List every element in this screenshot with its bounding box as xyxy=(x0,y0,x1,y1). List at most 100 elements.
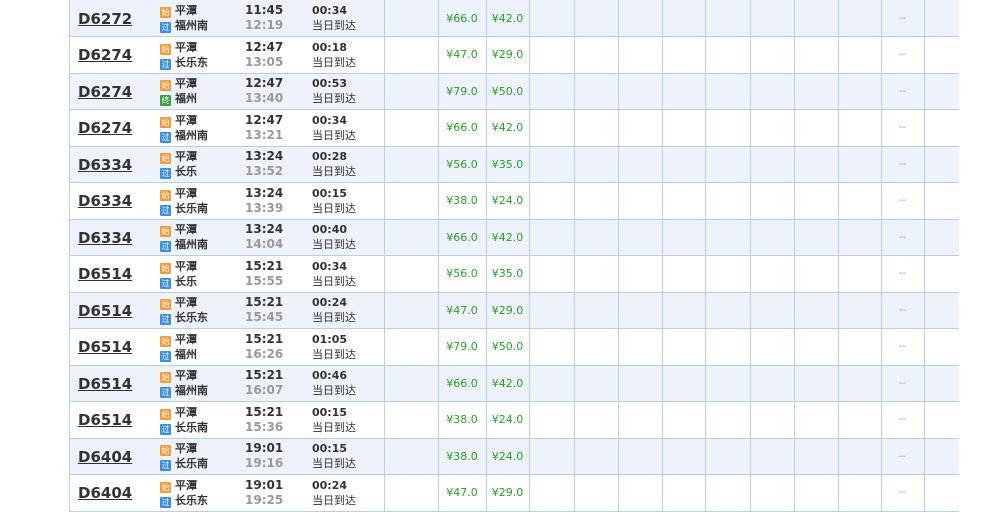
price-first-class[interactable]: ¥38.0 xyxy=(438,438,487,475)
to-station-name[interactable]: 长乐 xyxy=(175,165,197,178)
price-first-class[interactable]: ¥66.0 xyxy=(438,219,487,256)
price-second-class[interactable]: ¥42.0 xyxy=(486,219,530,256)
from-station-name[interactable]: 平潭 xyxy=(175,296,197,309)
price-first-class[interactable]: ¥47.0 xyxy=(438,292,487,329)
train-number-link[interactable]: D6274 xyxy=(78,119,132,137)
price-first-class[interactable]: ¥79.0 xyxy=(438,73,487,110)
train-number-link[interactable]: D6514 xyxy=(78,265,132,283)
price-first-class[interactable]: ¥66.0 xyxy=(438,0,487,37)
from-station-name[interactable]: 平潭 xyxy=(175,479,197,492)
arrival-note: 当日到达 xyxy=(312,55,356,69)
train-number-link[interactable]: D6334 xyxy=(78,156,132,174)
to-station-name[interactable]: 福州 xyxy=(175,348,197,361)
price-first-class[interactable]: ¥79.0 xyxy=(438,328,487,366)
price-second-class[interactable]: ¥42.0 xyxy=(486,365,530,402)
departure-time: 19:01 xyxy=(245,441,284,456)
from-station: 始平潭 xyxy=(160,149,245,165)
seat-cell-business xyxy=(384,438,439,475)
train-number-link[interactable]: D6272 xyxy=(78,10,132,28)
to-station-name[interactable]: 长乐东 xyxy=(175,311,208,324)
seat-cell-empty xyxy=(705,0,751,37)
to-station-name[interactable]: 福州 xyxy=(175,92,197,105)
duration-cell: 00:15 当日到达 xyxy=(312,401,385,439)
price-first-class[interactable]: ¥56.0 xyxy=(438,255,487,293)
from-station-name[interactable]: 平潭 xyxy=(175,150,197,163)
seat-cell-empty xyxy=(618,328,663,366)
to-station-name[interactable]: 长乐 xyxy=(175,275,197,288)
seat-cell-empty xyxy=(838,73,882,110)
to-station-name[interactable]: 福州南 xyxy=(175,238,208,251)
train-number-link[interactable]: D6514 xyxy=(78,411,132,429)
to-station: 过长乐东 xyxy=(160,55,245,70)
train-number-link[interactable]: D6334 xyxy=(78,229,132,247)
price-second-class[interactable]: ¥35.0 xyxy=(486,146,530,183)
from-station-name[interactable]: 平潭 xyxy=(175,77,197,90)
train-number-link[interactable]: D6334 xyxy=(78,192,132,210)
duration: 00:15 xyxy=(312,405,348,419)
price-second-class[interactable]: ¥42.0 xyxy=(486,0,530,37)
train-number-link[interactable]: D6514 xyxy=(78,338,132,356)
price-second-class[interactable]: ¥24.0 xyxy=(486,401,530,439)
seat-cell-empty xyxy=(529,182,575,220)
price-first-class[interactable]: ¥38.0 xyxy=(438,182,487,220)
time-cell: 15:21 15:36 xyxy=(245,401,312,439)
train-number-link[interactable]: D6514 xyxy=(78,375,132,393)
train-number-link[interactable]: D6404 xyxy=(78,484,132,502)
from-station-name[interactable]: 平潭 xyxy=(175,223,197,236)
to-station-name[interactable]: 长乐南 xyxy=(175,457,208,470)
price-second-class[interactable]: ¥24.0 xyxy=(486,182,530,220)
to-station-name[interactable]: 福州南 xyxy=(175,129,208,142)
station-stack: 始平潭过长乐 xyxy=(157,149,245,180)
arrival-note: 当日到达 xyxy=(312,201,356,215)
to-station-name[interactable]: 长乐南 xyxy=(175,202,208,215)
start-badge-icon: 始 xyxy=(160,335,171,347)
price-second-class[interactable]: ¥29.0 xyxy=(486,36,530,74)
departure-time: 15:21 xyxy=(245,295,284,310)
to-station: 过长乐东 xyxy=(160,493,245,508)
from-station-name[interactable]: 平潭 xyxy=(175,260,197,273)
to-station-name[interactable]: 长乐东 xyxy=(175,494,208,507)
from-station-name[interactable]: 平潭 xyxy=(175,333,197,346)
train-number-link[interactable]: D6274 xyxy=(78,83,132,101)
seat-cell-empty xyxy=(705,438,751,475)
price-second-class[interactable]: ¥35.0 xyxy=(486,255,530,293)
price-first-class[interactable]: ¥47.0 xyxy=(438,474,487,512)
start-badge-icon: 始 xyxy=(160,226,171,238)
train-number-link[interactable]: D6514 xyxy=(78,302,132,320)
price-second-class[interactable]: ¥42.0 xyxy=(486,109,530,147)
train-number-link[interactable]: D6404 xyxy=(78,448,132,466)
departure-time: 13:24 xyxy=(245,149,284,164)
from-station-name[interactable]: 平潭 xyxy=(175,4,197,17)
from-station-name[interactable]: 平潭 xyxy=(175,369,197,382)
price-second-class[interactable]: ¥50.0 xyxy=(486,328,530,366)
start-badge-icon: 始 xyxy=(160,262,171,274)
to-station-name[interactable]: 福州南 xyxy=(175,19,208,32)
price-second-class[interactable]: ¥29.0 xyxy=(486,292,530,329)
price-first-class[interactable]: ¥56.0 xyxy=(438,146,487,183)
seat-cell-empty xyxy=(750,328,795,366)
train-number-link[interactable]: D6274 xyxy=(78,46,132,64)
price-first-class[interactable]: ¥66.0 xyxy=(438,365,487,402)
table-row: D6404 始平潭过长乐东 19:01 19:25 00:24 当日到达 ¥47.0 ¥29.… xyxy=(70,474,959,512)
seat-cell-business xyxy=(384,109,439,147)
time-stack: 13:24 13:39 xyxy=(245,186,312,216)
to-station-name[interactable]: 福州南 xyxy=(175,384,208,397)
from-station-name[interactable]: 平潭 xyxy=(175,187,197,200)
station-stack: 始平潭过福州南 xyxy=(157,222,245,253)
price-first-class[interactable]: ¥38.0 xyxy=(438,401,487,439)
seat-cell-empty xyxy=(618,73,663,110)
seat-cell-empty xyxy=(705,146,751,183)
seat-cell-empty xyxy=(750,73,795,110)
from-station-name[interactable]: 平潭 xyxy=(175,41,197,54)
to-station-name[interactable]: 长乐东 xyxy=(175,56,208,69)
from-station-name[interactable]: 平潭 xyxy=(175,406,197,419)
price-second-class[interactable]: ¥24.0 xyxy=(486,438,530,475)
price-first-class[interactable]: ¥66.0 xyxy=(438,109,487,147)
price-first-class[interactable]: ¥47.0 xyxy=(438,36,487,74)
start-badge-icon: 始 xyxy=(160,372,171,384)
price-second-class[interactable]: ¥29.0 xyxy=(486,474,530,512)
price-second-class[interactable]: ¥50.0 xyxy=(486,73,530,110)
from-station-name[interactable]: 平潭 xyxy=(175,114,197,127)
from-station-name[interactable]: 平潭 xyxy=(175,442,197,455)
to-station-name[interactable]: 长乐南 xyxy=(175,421,208,434)
